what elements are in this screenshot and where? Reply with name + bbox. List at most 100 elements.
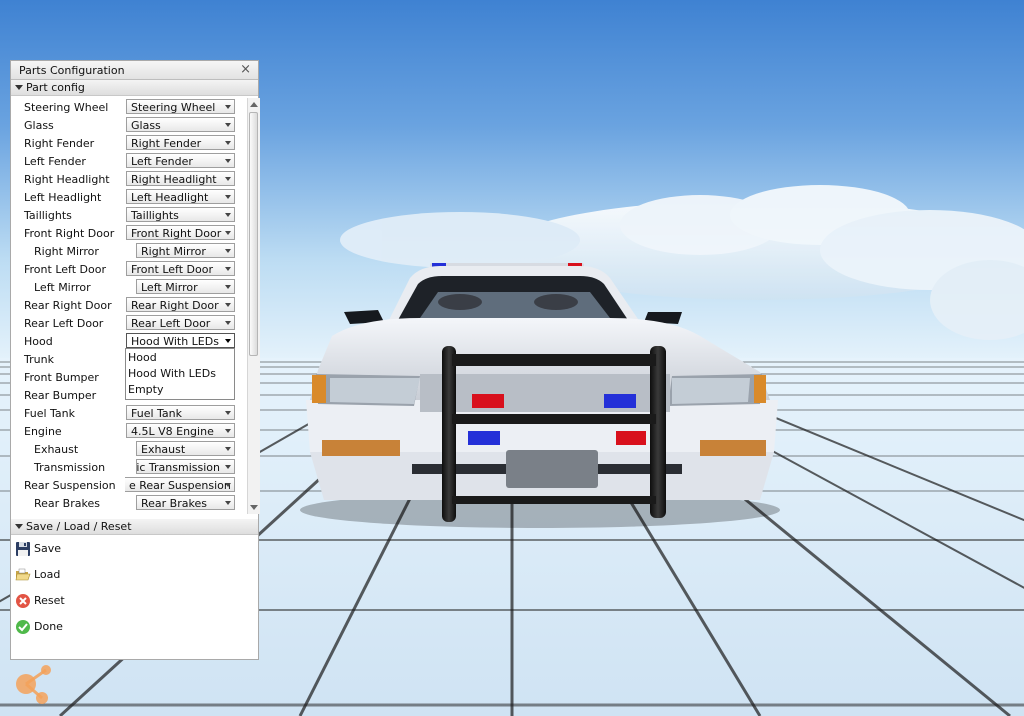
part-select[interactable]: tic Transmission — [136, 459, 235, 474]
load-button[interactable]: Load — [11, 565, 258, 587]
chevron-down-icon[interactable] — [225, 267, 231, 271]
collapse-arrow-icon[interactable] — [15, 524, 23, 529]
part-select-value: tic Transmission — [136, 461, 220, 474]
part-select-value: Right Fender — [131, 137, 202, 150]
part-row: Rear Right Door Rear Right Door — [11, 296, 248, 314]
chevron-down-icon[interactable] — [225, 411, 231, 415]
part-config-section-header[interactable]: Part config — [11, 80, 258, 96]
chevron-down-icon[interactable] — [225, 105, 231, 109]
hood-option[interactable]: Empty — [128, 383, 163, 396]
chevron-down-icon[interactable] — [225, 231, 231, 235]
chevron-down-icon[interactable] — [225, 195, 231, 199]
part-select[interactable]: Steering Wheel — [126, 99, 235, 114]
chevron-down-icon[interactable] — [225, 141, 231, 145]
part-row: Rear Suspension e Rear Suspension — [11, 476, 248, 494]
part-select[interactable]: Rear Right Door — [126, 297, 235, 312]
part-select[interactable]: Right Mirror — [136, 243, 235, 258]
part-select-value: Hood With LEDs — [131, 335, 219, 348]
part-select[interactable]: Exhaust — [136, 441, 235, 456]
chevron-down-icon[interactable] — [225, 447, 231, 451]
part-row: Right Fender Right Fender — [11, 134, 248, 152]
chevron-down-icon[interactable] — [225, 213, 231, 217]
close-icon[interactable]: × — [240, 62, 251, 77]
part-row: Left Mirror Left Mirror — [11, 278, 248, 296]
part-row: Fuel Tank Fuel Tank — [11, 404, 248, 422]
part-label: Exhaust — [34, 443, 79, 456]
part-row: Rear Brakes Rear Brakes — [11, 494, 248, 512]
part-label: Fuel Tank — [24, 407, 75, 420]
chevron-down-icon[interactable] — [225, 285, 231, 289]
part-label: Glass — [24, 119, 54, 132]
part-row: Right Mirror Right Mirror — [11, 242, 248, 260]
part-select[interactable]: Left Headlight — [126, 189, 235, 204]
parts-list-scrollbar[interactable] — [247, 98, 260, 514]
chevron-down-icon[interactable] — [225, 123, 231, 127]
reset-label: Reset — [34, 594, 65, 607]
panel-titlebar[interactable]: Parts Configuration × — [11, 61, 258, 80]
part-select[interactable]: Front Left Door — [126, 261, 235, 276]
part-row: Engine 4.5L V8 Engine — [11, 422, 248, 440]
part-row: Left Headlight Left Headlight — [11, 188, 248, 206]
part-select[interactable]: Left Mirror — [136, 279, 235, 294]
part-select-value: Rear Left Door — [131, 317, 211, 330]
part-row: Taillights Taillights — [11, 206, 248, 224]
part-select[interactable]: Front Right Door — [126, 225, 235, 240]
hood-option[interactable]: Hood — [128, 351, 157, 364]
scrollbar-thumb[interactable] — [249, 112, 258, 356]
part-row: Right Headlight Right Headlight — [11, 170, 248, 188]
part-select[interactable]: Right Headlight — [126, 171, 235, 186]
save-section-header[interactable]: Save / Load / Reset — [11, 519, 258, 535]
part-select-value: Left Fender — [131, 155, 193, 168]
chevron-down-icon[interactable] — [225, 501, 231, 505]
part-select-value: Front Right Door — [131, 227, 222, 240]
engine-logo — [16, 665, 51, 704]
part-select[interactable]: Hood With LEDs — [126, 333, 235, 348]
scroll-down-arrow-icon[interactable] — [250, 505, 258, 510]
part-select-value: 4.5L V8 Engine — [131, 425, 214, 438]
part-label: Trunk — [24, 353, 54, 366]
hood-option[interactable]: Hood With LEDs — [128, 367, 216, 380]
part-select[interactable]: Rear Left Door — [126, 315, 235, 330]
part-label: Hood — [24, 335, 53, 348]
folder-open-icon — [15, 568, 31, 581]
part-select-value: Right Headlight — [131, 173, 217, 186]
part-select-value: Fuel Tank — [131, 407, 182, 420]
chevron-down-icon[interactable] — [225, 339, 231, 343]
part-label: Transmission — [34, 461, 106, 474]
chevron-down-icon[interactable] — [225, 429, 231, 433]
part-label: Rear Suspension — [24, 479, 116, 492]
parts-list: Steering Wheel Steering Wheel Glass Glass Ri… — [11, 97, 248, 515]
part-select[interactable]: Right Fender — [126, 135, 235, 150]
chevron-down-icon[interactable] — [225, 303, 231, 307]
part-select[interactable]: Taillights — [126, 207, 235, 222]
part-row: Steering Wheel Steering Wheel — [11, 98, 248, 116]
chevron-down-icon[interactable] — [225, 177, 231, 181]
part-label: Front Left Door — [24, 263, 106, 276]
reset-button[interactable]: Reset — [11, 591, 258, 613]
chevron-down-icon[interactable] — [225, 159, 231, 163]
part-label: Taillights — [24, 209, 72, 222]
chevron-down-icon[interactable] — [225, 321, 231, 325]
part-select[interactable]: e Rear Suspension — [125, 477, 235, 492]
part-select[interactable]: 4.5L V8 Engine — [126, 423, 235, 438]
part-select[interactable]: Rear Brakes — [136, 495, 235, 510]
part-select-value: Steering Wheel — [131, 101, 216, 114]
save-section-title: Save / Load / Reset — [26, 520, 132, 533]
part-select[interactable]: Glass — [126, 117, 235, 132]
hood-options-list: Hood Hood With LEDs Empty — [125, 348, 235, 400]
part-row: Glass Glass — [11, 116, 248, 134]
part-row: Front Left Door Front Left Door — [11, 260, 248, 278]
part-select[interactable]: Left Fender — [126, 153, 235, 168]
collapse-arrow-icon[interactable] — [15, 85, 23, 90]
part-select[interactable]: Fuel Tank — [126, 405, 235, 420]
save-button[interactable]: Save — [11, 539, 258, 561]
done-button[interactable]: Done — [11, 617, 258, 639]
part-select-value: Glass — [131, 119, 161, 132]
part-select-value: Rear Brakes — [141, 497, 207, 510]
scroll-up-arrow-icon[interactable] — [250, 102, 258, 107]
chevron-down-icon[interactable] — [225, 465, 231, 469]
save-load-reset-section: Save / Load / Reset Save Load Reset Done — [11, 519, 258, 634]
chevron-down-icon[interactable] — [225, 249, 231, 253]
chevron-down-icon[interactable] — [225, 483, 231, 487]
part-row: Left Fender Left Fender — [11, 152, 248, 170]
